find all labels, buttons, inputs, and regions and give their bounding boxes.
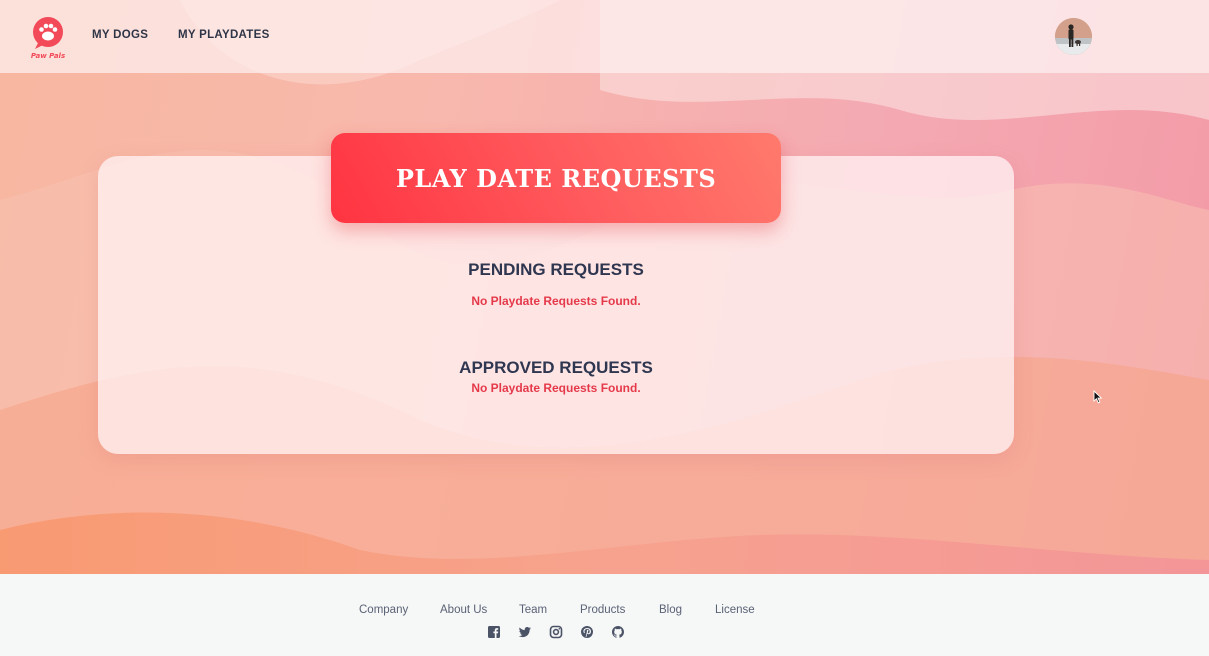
footer-link-team[interactable]: Team	[519, 604, 547, 616]
instagram-icon[interactable]	[549, 625, 563, 639]
page: Paw Pals MY DOGS MY PLAYDATES PLAY DATE …	[0, 0, 1209, 656]
nav-my-playdates[interactable]: MY PLAYDATES	[178, 29, 270, 41]
nav-my-dogs[interactable]: MY DOGS	[92, 29, 148, 41]
paw-pals-logo[interactable]: Paw Pals	[29, 15, 67, 61]
footer-link-blog[interactable]: Blog	[659, 604, 682, 616]
pending-requests-title: PENDING REQUESTS	[468, 260, 644, 279]
page-title: PLAY DATE REQUESTS	[395, 163, 717, 193]
pinterest-icon[interactable]	[580, 625, 594, 639]
footer-link-company[interactable]: Company	[359, 604, 408, 616]
footer-link-license[interactable]: License	[715, 604, 755, 616]
footer-link-products[interactable]: Products	[580, 604, 625, 616]
approved-empty-message: No Playdate Requests Found.	[471, 381, 641, 395]
twitter-icon[interactable]	[518, 625, 532, 639]
avatar[interactable]	[1055, 18, 1092, 55]
card-header-banner: PLAY DATE REQUESTS	[331, 133, 781, 223]
pending-empty-message: No Playdate Requests Found.	[471, 294, 641, 308]
mouse-cursor-icon	[1093, 389, 1103, 404]
footer-link-about-us[interactable]: About Us	[440, 604, 487, 616]
top-navbar: Paw Pals MY DOGS MY PLAYDATES	[0, 0, 1209, 73]
github-icon[interactable]	[611, 625, 625, 639]
svg-text:Paw Pals: Paw Pals	[31, 52, 65, 60]
facebook-icon[interactable]	[487, 625, 501, 639]
approved-requests-title: APPROVED REQUESTS	[459, 358, 653, 377]
